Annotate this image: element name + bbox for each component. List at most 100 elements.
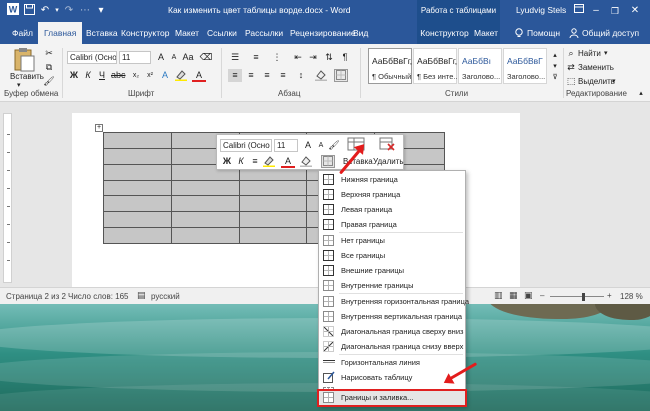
justify-icon[interactable]: ≡ [276,69,290,82]
zoom-out-icon[interactable]: – [540,291,544,300]
bold-button[interactable]: Ж [67,69,81,82]
paste-button[interactable]: Вставить [10,72,44,81]
page-count[interactable]: Страница 2 из 2 [6,292,66,301]
word-count[interactable]: Число слов: 165 [68,292,128,301]
show-marks-icon[interactable]: ¶ [338,51,352,64]
restore-button[interactable]: ❐ [607,3,623,19]
align-center-icon[interactable]: ≡ [244,69,258,82]
customize-access-icon[interactable]: ⋯ [78,4,92,18]
tab-review[interactable]: Рецензирование [290,22,356,44]
format-painter-icon[interactable]: 🖌 [42,75,56,88]
line-spacing-icon[interactable]: ↕ [294,69,308,82]
menu-item-no-border[interactable]: Нет границы [319,233,465,248]
align-left-icon[interactable]: ≡ [228,69,242,82]
menu-item-top-border[interactable]: Верхняя граница [319,187,465,202]
zoom-slider-thumb[interactable] [582,293,585,301]
mini-highlight-icon[interactable] [262,155,276,168]
select-dropdown-icon[interactable]: ▾ [612,77,616,85]
mini-align-icon[interactable]: ≡ [248,155,262,168]
grow-font-button[interactable]: A [154,51,168,64]
language-indicator[interactable]: русский [151,292,180,301]
tab-table-layout[interactable]: Макет [472,22,500,44]
mini-format-painter-icon[interactable]: 🖌 [327,139,341,152]
menu-item-diagonal-down-border[interactable]: Диагональная граница сверху вниз [319,324,465,339]
borders-button[interactable] [334,69,348,82]
cut-icon[interactable]: ✂ [42,47,56,60]
proofing-icon[interactable]: ▤ [137,290,146,301]
collapse-ribbon-icon[interactable]: ▴ [634,87,648,100]
ribbon-display-options-icon[interactable] [571,3,587,19]
font-size-input[interactable]: 11 [119,51,151,64]
strikethrough-icon[interactable]: abc [111,69,126,82]
numbering-icon[interactable]: ≡ [249,51,263,64]
change-case-icon[interactable]: Aa [181,51,195,64]
tab-file[interactable]: Файл [12,22,33,44]
tab-tell-me[interactable]: Помощн [527,22,560,44]
replace-button[interactable]: Заменить [578,63,614,72]
web-layout-icon[interactable]: ▣ [524,290,533,301]
tab-references[interactable]: Ссылки [207,22,237,44]
menu-item-all-borders[interactable]: Все границы [319,248,465,263]
multilevel-list-icon[interactable]: ⋮ [270,51,284,64]
find-button[interactable]: Найти [578,49,601,58]
tab-layout[interactable]: Макет [175,22,199,44]
zoom-slider[interactable] [550,296,604,297]
styles-more-icon[interactable]: ⊽ [548,71,562,84]
zoom-in-icon[interactable]: + [607,291,612,300]
menu-item-right-border[interactable]: Правая граница [319,217,465,232]
mini-font-color-button[interactable]: А [281,155,295,168]
tab-mailings[interactable]: Рассылки [245,22,283,44]
shading-icon[interactable] [314,69,328,82]
tab-home[interactable]: Главная [38,22,83,44]
style-no-spacing[interactable]: АаБбВвГг, ¶ Без инте... [413,48,460,84]
read-mode-icon[interactable]: ▥ [494,290,503,301]
mini-font-size-input[interactable]: 11 [274,139,298,152]
bullets-icon[interactable]: ☰ [228,51,242,64]
subscript-icon[interactable]: x₂ [129,69,143,82]
select-button[interactable]: Выделить [578,77,615,86]
tab-table-design[interactable]: Конструктор [417,22,472,44]
text-effects-icon[interactable]: A [158,69,172,82]
menu-item-diagonal-up-border[interactable]: Диагональная граница снизу вверх [319,339,465,354]
menu-item-inside-borders[interactable]: Внутренние границы [319,278,465,293]
mini-borders-button[interactable] [321,155,335,168]
paste-dropdown-icon[interactable]: ▾ [17,81,21,89]
redo-icon[interactable]: ↷ [62,4,76,18]
copy-icon[interactable]: ⧉ [42,61,56,74]
menu-item-horizontal-line[interactable]: Горизонтальная линия [319,355,465,370]
style-heading-1[interactable]: АаБбВı Заголово... [458,48,502,84]
zoom-level[interactable]: 128 % [620,292,643,301]
align-right-icon[interactable]: ≡ [260,69,274,82]
sort-icon[interactable]: ⇅ [322,51,336,64]
mini-bold-button[interactable]: Ж [220,155,234,168]
tab-view[interactable]: Вид [353,22,368,44]
menu-item-left-border[interactable]: Левая граница [319,202,465,217]
lightbulb-icon[interactable] [514,28,524,38]
table-delete-icon[interactable] [377,137,397,153]
decrease-indent-icon[interactable]: ⇤ [291,51,305,64]
mini-font-name-input[interactable]: Calibri (Осно [220,139,272,152]
mini-grow-font-icon[interactable]: A [301,139,315,152]
increase-indent-icon[interactable]: ⇥ [306,51,320,64]
menu-item-inside-vertical-border[interactable]: Внутренняя вертикальная граница [319,309,465,324]
find-dropdown-icon[interactable]: ▾ [604,49,608,57]
close-button[interactable]: ✕ [627,3,643,19]
underline-button[interactable]: Ч [95,69,109,82]
highlight-icon[interactable] [174,69,188,82]
font-color-button[interactable]: А [192,69,206,82]
minimize-button[interactable]: – [588,3,604,19]
mini-shading-icon[interactable] [299,155,313,168]
style-normal[interactable]: АаБбВвГг, ¶ Обычный [368,48,412,84]
italic-button[interactable]: К [81,69,95,82]
paste-icon[interactable] [12,47,36,73]
menu-item-inside-horizontal-border[interactable]: Внутренняя горизонтальная граница [319,294,469,309]
table-move-handle-icon[interactable]: + [95,124,103,132]
font-name-input[interactable]: Calibri (Осно [67,51,117,64]
mini-italic-button[interactable]: К [234,155,248,168]
clear-formatting-icon[interactable]: ⌫ [199,51,213,64]
mini-shrink-font-icon[interactable]: A [314,139,328,152]
tab-design[interactable]: Конструктор [121,22,169,44]
share-button[interactable]: Общий доступ [582,22,639,44]
print-layout-icon[interactable]: ▦ [509,290,518,301]
menu-item-outside-borders[interactable]: Внешние границы [319,263,465,278]
